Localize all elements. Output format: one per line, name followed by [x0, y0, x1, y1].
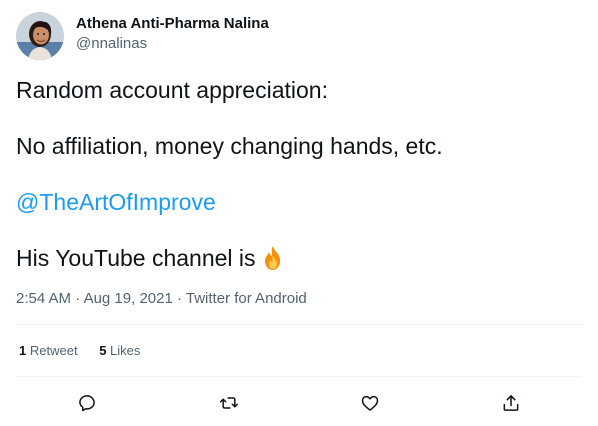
share-icon	[503, 395, 519, 411]
tweet-time[interactable]: 2:54 AM	[16, 290, 71, 307]
action-bar	[0, 388, 598, 418]
retweet-label: Retweet	[29, 343, 78, 358]
like-label: Likes	[110, 343, 141, 358]
user-handle[interactable]: @nnalinas	[76, 34, 269, 54]
tweet-meta: 2:54 AM · Aug 19, 2021 · Twitter for And…	[16, 289, 307, 309]
fire-icon	[260, 245, 286, 271]
heart-icon	[361, 395, 379, 411]
retweet-stat[interactable]: 1 Retweet	[19, 342, 78, 360]
display-name[interactable]: Athena Anti-Pharma Nalina	[76, 14, 269, 34]
tweet-text-line-with-emoji: His YouTube channel is	[16, 244, 286, 272]
tweet-stats: 1 Retweet 5 Likes	[19, 342, 158, 360]
avatar[interactable]	[16, 12, 64, 60]
tweet-text-line: Random account appreciation:	[16, 77, 328, 103]
share-button[interactable]	[496, 388, 526, 418]
like-stat[interactable]: 5 Likes	[99, 342, 140, 360]
meta-separator: ·	[71, 290, 84, 307]
tweet-source[interactable]: Twitter for Android	[186, 290, 307, 307]
tweet-text-line: No affiliation, money changing hands, et…	[16, 133, 443, 159]
divider	[16, 324, 582, 325]
reply-icon	[79, 395, 95, 412]
retweet-button[interactable]	[214, 388, 244, 418]
reply-button[interactable]	[72, 388, 102, 418]
mention-link[interactable]: @TheArtOfImprove	[16, 188, 216, 216]
author-block: Athena Anti-Pharma Nalina @nnalinas	[76, 14, 269, 54]
meta-separator: ·	[172, 290, 186, 307]
tweet-date[interactable]: Aug 19, 2021	[84, 290, 173, 307]
avatar-image	[16, 12, 64, 60]
like-count: 5	[99, 343, 107, 358]
retweet-icon	[219, 397, 239, 409]
like-button[interactable]	[355, 388, 385, 418]
retweet-count: 1	[19, 343, 27, 358]
divider	[16, 376, 582, 377]
tweet-card: Athena Anti-Pharma Nalina @nnalinas Rand…	[0, 0, 598, 426]
tweet-text: His YouTube channel is	[16, 245, 256, 271]
